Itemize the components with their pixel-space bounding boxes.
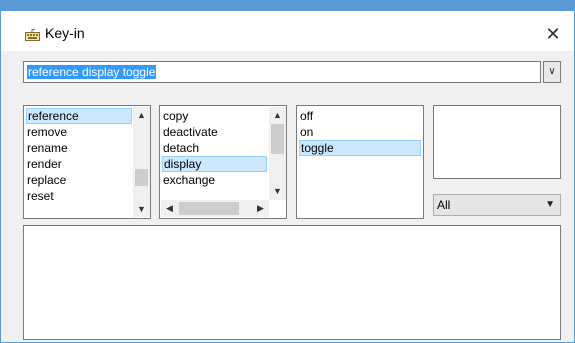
command-history-dropdown[interactable]: ∨: [543, 61, 561, 83]
scroll-thumb[interactable]: [271, 124, 284, 154]
keyword-list-1[interactable]: reference remove rename render replace r…: [23, 105, 151, 219]
list-item[interactable]: copy: [162, 108, 188, 124]
chevron-down-icon: ▼: [545, 199, 555, 210]
keyword-list-2[interactable]: copy deactivate detach display exchange …: [159, 105, 287, 219]
list-item[interactable]: reset: [26, 188, 54, 204]
dialog-title: Key-in: [45, 25, 85, 41]
list-item[interactable]: exchange: [162, 172, 215, 188]
command-text: reference display toggle: [27, 65, 157, 79]
scroll-thumb[interactable]: [179, 202, 239, 215]
list-item[interactable]: remove: [26, 124, 67, 140]
message-area[interactable]: [23, 225, 561, 340]
scroll-down-icon[interactable]: ▼: [269, 183, 286, 199]
scroll-right-icon[interactable]: ▶: [252, 200, 269, 216]
scroll-left-icon[interactable]: ◀: [161, 200, 178, 216]
list-item[interactable]: reference: [26, 108, 132, 124]
horizontal-scrollbar[interactable]: ◀ ▶: [161, 200, 269, 217]
vertical-scrollbar[interactable]: ▲ ▼: [269, 107, 286, 200]
list-item[interactable]: deactivate: [162, 124, 218, 140]
list-item[interactable]: toggle: [299, 140, 421, 156]
list-item[interactable]: replace: [26, 172, 66, 188]
scroll-down-icon[interactable]: ▼: [133, 201, 150, 217]
list-item[interactable]: on: [299, 124, 313, 140]
list-item[interactable]: rename: [26, 140, 68, 156]
close-icon: ✕: [545, 24, 561, 44]
scroll-up-icon[interactable]: ▲: [133, 107, 150, 123]
scroll-thumb[interactable]: [135, 169, 148, 186]
keyboard-icon: [25, 29, 40, 41]
keyword-list-3[interactable]: off on toggle: [296, 105, 424, 219]
command-input[interactable]: reference display toggle: [23, 61, 541, 83]
filter-select[interactable]: All ▼: [433, 194, 561, 216]
vertical-scrollbar[interactable]: ▲ ▼: [133, 107, 150, 217]
close-button[interactable]: ✕: [540, 21, 566, 47]
scroll-up-icon[interactable]: ▲: [269, 107, 286, 123]
title-bar[interactable]: Key-in ✕: [1, 11, 574, 51]
list-item[interactable]: display: [162, 156, 267, 172]
list-item[interactable]: off: [299, 108, 313, 124]
list-item[interactable]: render: [26, 156, 62, 172]
chevron-down-icon: ∨: [548, 66, 556, 77]
list-item[interactable]: detach: [162, 140, 199, 156]
filter-value: All: [437, 198, 451, 212]
keyword-list-4[interactable]: [433, 105, 561, 179]
command-row: reference display toggle ∨: [23, 61, 561, 83]
key-in-dialog: Key-in ✕ reference display toggle ∨ refe…: [0, 10, 575, 343]
